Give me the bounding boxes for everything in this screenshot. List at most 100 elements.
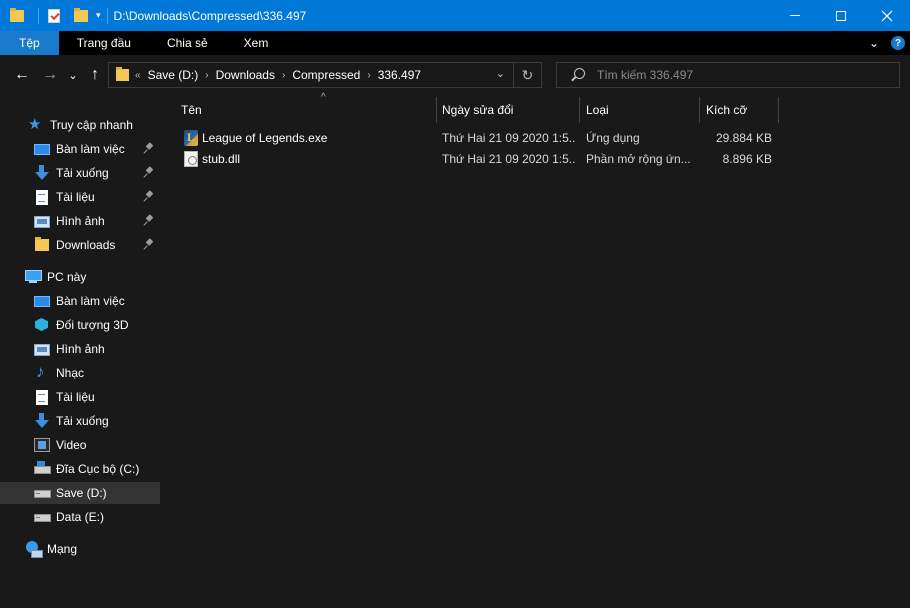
sidebar-item-label: Nhạc xyxy=(56,366,85,380)
sidebar-item-label: Bàn làm việc xyxy=(56,294,125,308)
sidebar-item-video[interactable]: Video xyxy=(0,434,160,456)
refresh-icon: ↻ xyxy=(521,66,534,83)
sidebar-item-data-e[interactable]: Data (E:) xyxy=(0,506,160,528)
network-icon xyxy=(25,541,43,558)
file-list-pane: Tên ^ Ngày sửa đổi Loại Kích cỡ League o… xyxy=(160,92,910,608)
windows-drive-icon xyxy=(34,461,51,477)
recent-locations-button[interactable]: ⌄ xyxy=(66,65,80,85)
close-button[interactable] xyxy=(864,0,910,31)
column-header-label: Tên xyxy=(181,103,202,117)
folder-icon xyxy=(35,237,49,251)
tab-file[interactable]: Tệp xyxy=(0,31,59,55)
quick-access-toolbar: ▾ xyxy=(0,0,114,31)
arrow-up-icon: ↑ xyxy=(91,66,99,83)
help-button[interactable]: ? xyxy=(886,31,910,55)
column-header-type[interactable]: Loại xyxy=(586,97,698,123)
column-header-name[interactable]: Tên ^ xyxy=(181,92,436,123)
ribbon-controls: ⌄ ? xyxy=(862,31,910,55)
dll-icon xyxy=(184,151,198,167)
column-divider[interactable] xyxy=(778,97,779,123)
tab-share[interactable]: Chia sẻ xyxy=(149,31,226,55)
column-divider[interactable] xyxy=(699,97,700,123)
sidebar-item-3d-objects[interactable]: Đối tượng 3D xyxy=(0,314,160,336)
breadcrumb-compressed[interactable]: Compressed xyxy=(292,68,360,82)
sidebar-item-label: Tài liệu xyxy=(56,190,95,204)
breadcrumb-downloads[interactable]: Downloads xyxy=(216,68,275,82)
breadcrumb-separator[interactable]: › xyxy=(282,70,285,81)
sidebar-item-desktop[interactable]: Bàn làm việc xyxy=(0,290,160,312)
pin-icon xyxy=(144,215,154,227)
sidebar-item-downloads-folder[interactable]: Downloads xyxy=(0,234,160,256)
column-header-label: Loại xyxy=(586,103,609,117)
address-dropdown-icon[interactable]: ⌄ xyxy=(496,67,505,80)
sidebar-item-label: Tải xuống xyxy=(56,166,109,180)
file-row[interactable]: stub.dll Thứ Hai 21 09 2020 1:5... Phần … xyxy=(180,149,780,169)
expand-ribbon-button[interactable]: ⌄ xyxy=(862,31,886,55)
refresh-button[interactable]: ↻ xyxy=(513,63,541,87)
file-type: Ứng dụng xyxy=(586,131,640,145)
maximize-icon xyxy=(836,10,846,21)
search-input[interactable] xyxy=(597,68,877,82)
breadcrumb-save-d[interactable]: Save (D:) xyxy=(148,68,199,82)
sidebar-item-label: Hình ảnh xyxy=(56,342,105,356)
folder-icon xyxy=(10,7,24,22)
sidebar-item-label: Save (D:) xyxy=(56,486,107,500)
breadcrumb-separator[interactable]: › xyxy=(205,70,208,81)
customize-toolbar-dropdown[interactable]: ▾ xyxy=(96,10,101,21)
minimize-button[interactable] xyxy=(772,0,818,31)
title-bar: ▾ D:\Downloads\Compressed\336.497 xyxy=(0,0,910,31)
pin-icon xyxy=(144,239,154,251)
ribbon-tabs: Tệp Trang đầu Chia sẻ Xem ⌄ ? xyxy=(0,31,910,55)
column-divider[interactable] xyxy=(436,97,437,123)
sidebar-item-label: Data (E:) xyxy=(56,510,105,524)
toolbar-divider xyxy=(106,7,108,24)
maximize-button[interactable] xyxy=(818,0,864,31)
tab-home[interactable]: Trang đầu xyxy=(59,31,149,55)
column-header-label: Ngày sửa đổi xyxy=(442,103,514,117)
overflow-chevron[interactable]: « xyxy=(135,70,141,81)
sidebar-item-downloads[interactable]: Tải xuống xyxy=(0,410,160,432)
desktop-icon xyxy=(34,144,50,155)
file-row[interactable]: League of Legends.exe Thứ Hai 21 09 2020… xyxy=(180,128,780,148)
folder-icon xyxy=(116,67,129,81)
new-folder-icon[interactable] xyxy=(74,7,88,22)
column-header-size[interactable]: Kích cỡ xyxy=(706,97,778,123)
sidebar-item-documents[interactable]: Tài liệu xyxy=(0,386,160,408)
music-icon xyxy=(34,362,50,382)
desktop-icon xyxy=(34,296,50,307)
sort-ascending-icon: ^ xyxy=(321,92,326,103)
sidebar-item-desktop-pinned[interactable]: Bàn làm việc xyxy=(0,138,160,160)
forward-button[interactable]: → xyxy=(40,65,60,85)
sidebar-item-music[interactable]: Nhạc xyxy=(0,362,160,384)
sidebar-item-this-pc[interactable]: PC này xyxy=(0,266,160,288)
sidebar-item-pictures-pinned[interactable]: Hình ảnh xyxy=(0,210,160,232)
sidebar-item-downloads-pinned[interactable]: Tải xuống xyxy=(0,162,160,184)
breadcrumb-separator[interactable]: › xyxy=(367,70,370,81)
column-divider[interactable] xyxy=(579,97,580,123)
exe-icon xyxy=(184,130,198,146)
sidebar-item-label: PC này xyxy=(47,270,87,284)
file-type: Phần mở rộng ứn... xyxy=(586,152,691,166)
sidebar-item-network[interactable]: Mạng xyxy=(0,538,160,560)
star-icon xyxy=(28,115,44,133)
back-button[interactable]: ← xyxy=(12,65,32,85)
sidebar-item-quick-access[interactable]: Truy cập nhanh xyxy=(0,114,160,136)
pin-icon xyxy=(144,143,154,155)
properties-icon[interactable] xyxy=(48,8,60,23)
sidebar-item-local-disk-c[interactable]: Đĩa Cục bộ (C:) xyxy=(0,458,160,480)
file-size: 29.884 KB xyxy=(715,131,772,145)
chevron-down-icon: ⌄ xyxy=(68,69,78,82)
drive-icon xyxy=(34,485,51,501)
tab-view[interactable]: Xem xyxy=(226,31,287,55)
sidebar-item-save-d[interactable]: Save (D:) xyxy=(0,482,160,504)
navigation-bar: ← → ⌄ ↑ « Save (D:) › Downloads › Compre… xyxy=(0,55,910,95)
address-bar[interactable]: « Save (D:) › Downloads › Compressed › 3… xyxy=(108,62,542,88)
up-button[interactable]: ↑ xyxy=(86,65,104,85)
sidebar-item-pictures[interactable]: Hình ảnh xyxy=(0,338,160,360)
column-header-date-modified[interactable]: Ngày sửa đổi xyxy=(442,97,580,123)
breadcrumb-current[interactable]: 336.497 xyxy=(378,68,421,82)
video-icon xyxy=(34,438,50,452)
sidebar-item-documents-pinned[interactable]: Tài liệu xyxy=(0,186,160,208)
arrow-right-icon: → xyxy=(42,66,58,83)
close-icon xyxy=(881,10,893,21)
